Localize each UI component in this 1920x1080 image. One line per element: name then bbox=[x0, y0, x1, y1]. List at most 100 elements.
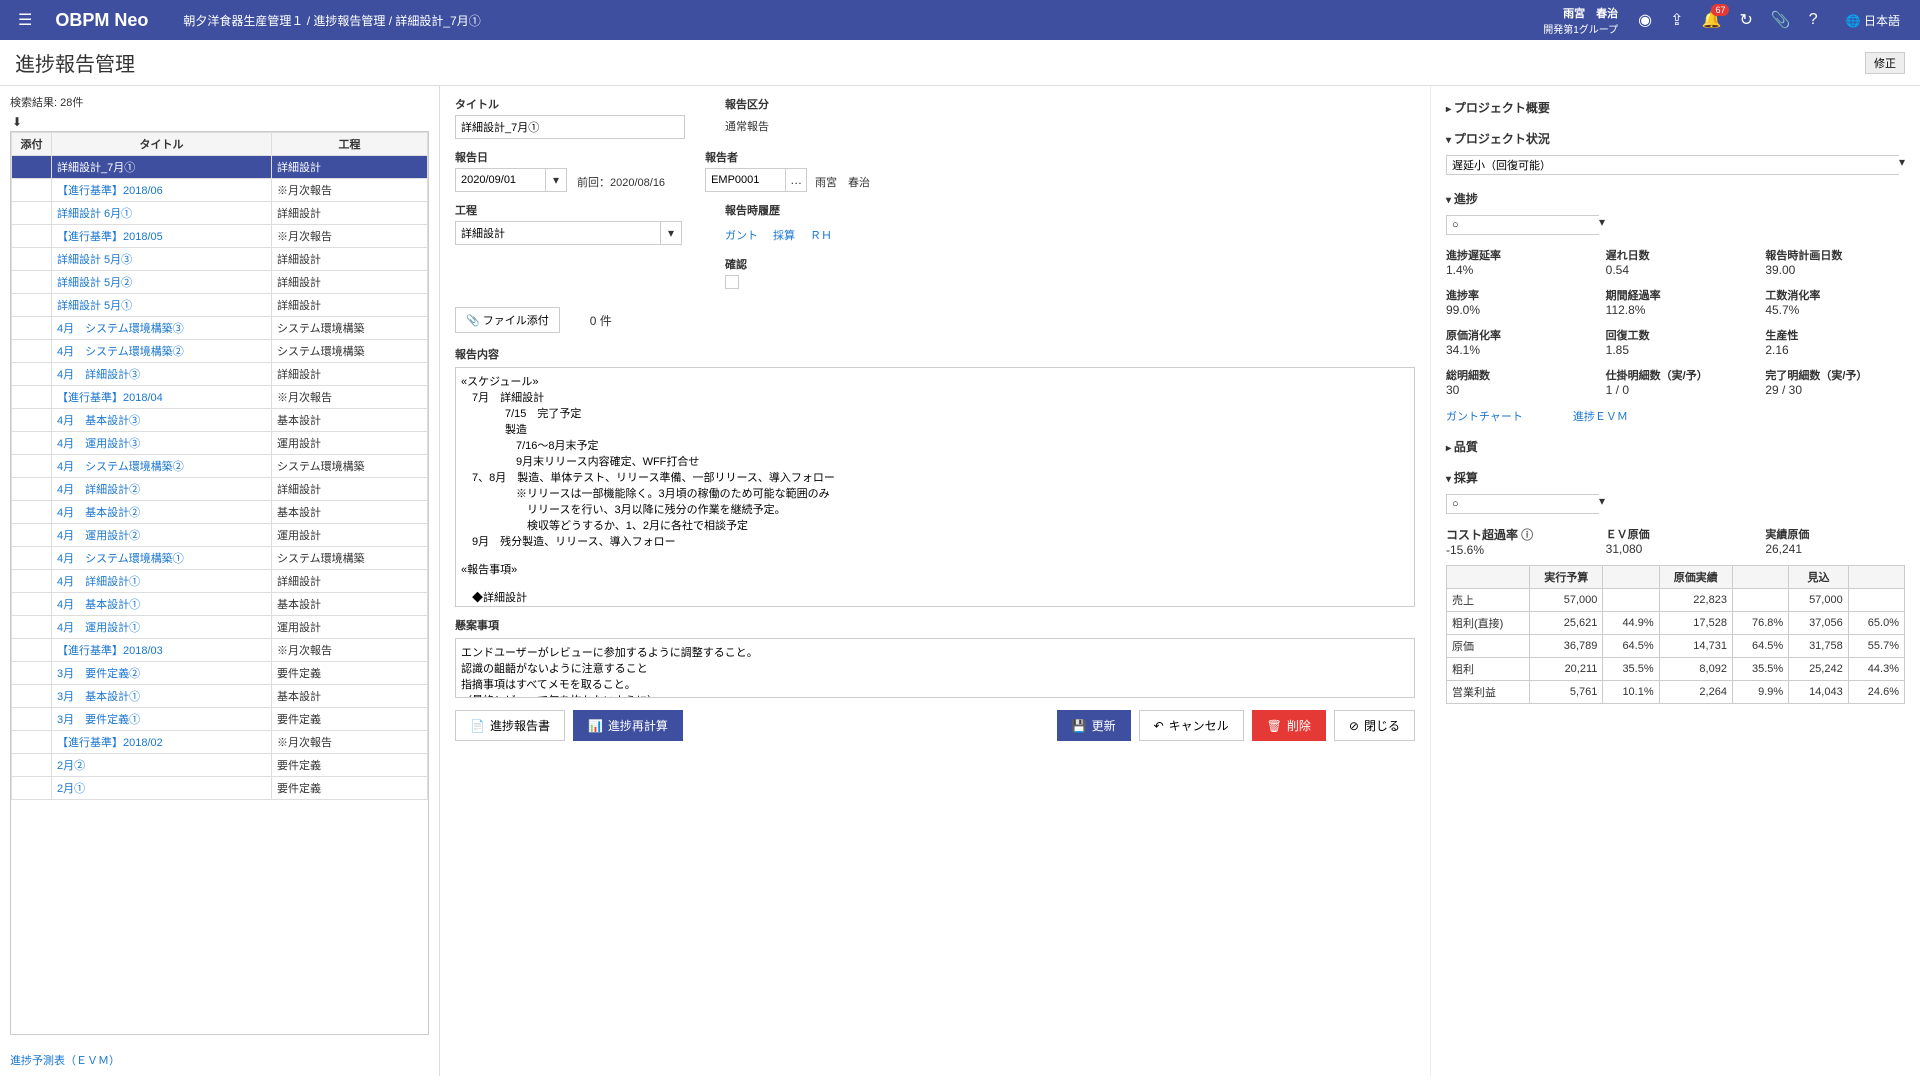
budget-dropdown-icon[interactable]: ▾ bbox=[1599, 494, 1605, 514]
report-link[interactable]: 3月 要件定義① bbox=[57, 714, 140, 726]
report-link[interactable]: 4月 詳細設計① bbox=[57, 576, 140, 588]
section-budget[interactable]: 採算 bbox=[1446, 466, 1905, 489]
table-row[interactable]: 4月 詳細設計①詳細設計 bbox=[12, 570, 428, 593]
table-row[interactable]: 詳細設計_7月①詳細設計 bbox=[12, 156, 428, 179]
account-icon[interactable]: ◉ bbox=[1638, 10, 1652, 30]
file-attach-button[interactable]: 📎 ファイル添付 bbox=[455, 307, 560, 333]
report-link[interactable]: 4月 システム環境構築② bbox=[57, 346, 184, 358]
report-link[interactable]: 4月 詳細設計② bbox=[57, 484, 140, 496]
report-link[interactable]: 4月 システム環境構築③ bbox=[57, 323, 184, 335]
table-row[interactable]: 4月 運用設計①運用設計 bbox=[12, 616, 428, 639]
section-quality[interactable]: 品質 bbox=[1446, 435, 1905, 458]
reporter-code-input[interactable] bbox=[705, 168, 785, 192]
gantt-chart-link[interactable]: ガントチャート bbox=[1446, 405, 1523, 427]
report-link[interactable]: 3月 基本設計① bbox=[57, 691, 140, 703]
history-calc-link[interactable]: 採算 bbox=[773, 224, 795, 246]
table-row[interactable]: 3月 要件定義①要件定義 bbox=[12, 708, 428, 731]
attachment-icon[interactable]: 📎 bbox=[1771, 10, 1791, 30]
process-input[interactable] bbox=[455, 221, 660, 245]
status-select[interactable] bbox=[1446, 155, 1899, 175]
report-grid[interactable]: 添付 タイトル 工程 詳細設計_7月①詳細設計【進行基準】2018/06※月次報… bbox=[10, 131, 429, 1035]
cancel-button[interactable]: ↶ キャンセル bbox=[1139, 710, 1244, 741]
forecast-link[interactable]: 進捗予測表（ＥＶＭ） bbox=[10, 1049, 429, 1071]
report-link[interactable]: 4月 基本設計① bbox=[57, 599, 140, 611]
upload-icon[interactable]: ⇪ bbox=[1670, 10, 1683, 30]
report-link[interactable]: 詳細設計 5月② bbox=[57, 277, 132, 289]
report-link[interactable]: 【進行基準】2018/05 bbox=[57, 231, 163, 243]
table-row[interactable]: 4月 基本設計①基本設計 bbox=[12, 593, 428, 616]
date-input[interactable] bbox=[455, 168, 545, 192]
report-link[interactable]: 4月 詳細設計③ bbox=[57, 369, 140, 381]
section-status[interactable]: プロジェクト状況 bbox=[1446, 127, 1905, 150]
table-row[interactable]: 4月 システム環境構築②システム環境構築 bbox=[12, 340, 428, 363]
table-row[interactable]: 詳細設計 5月①詳細設計 bbox=[12, 294, 428, 317]
evm-link[interactable]: 進捗ＥＶＭ bbox=[1573, 405, 1628, 427]
table-row[interactable]: 【進行基準】2018/03※月次報告 bbox=[12, 639, 428, 662]
report-link[interactable]: 【進行基準】2018/04 bbox=[57, 392, 163, 404]
report-link[interactable]: 【進行基準】2018/02 bbox=[57, 737, 163, 749]
report-link[interactable]: 2月① bbox=[57, 783, 85, 795]
report-link[interactable]: 2月② bbox=[57, 760, 85, 772]
report-link[interactable]: 詳細設計 6月① bbox=[57, 208, 132, 220]
report-link[interactable]: 【進行基準】2018/06 bbox=[57, 185, 163, 197]
table-row[interactable]: 2月①要件定義 bbox=[12, 777, 428, 800]
table-row[interactable]: 【進行基準】2018/06※月次報告 bbox=[12, 179, 428, 202]
table-row[interactable]: 詳細設計 5月②詳細設計 bbox=[12, 271, 428, 294]
issue-textarea[interactable]: エンドユーザーがレビューに参加するように調整すること。 認識の齟齬がないように注… bbox=[455, 638, 1415, 698]
progress-dropdown-icon[interactable]: ▾ bbox=[1599, 215, 1605, 235]
section-progress[interactable]: 進捗 bbox=[1446, 187, 1905, 210]
close-button[interactable]: ⊘ 閉じる bbox=[1334, 710, 1415, 741]
table-row[interactable]: 詳細設計 5月③詳細設計 bbox=[12, 248, 428, 271]
help-icon[interactable]: ? bbox=[1809, 11, 1818, 29]
table-row[interactable]: 【進行基準】2018/02※月次報告 bbox=[12, 731, 428, 754]
date-dropdown-icon[interactable]: ▾ bbox=[545, 168, 567, 192]
recalc-button[interactable]: 📊 進捗再計算 bbox=[573, 710, 683, 741]
content-textarea[interactable]: «スケジュール» 7月 詳細設計 7/15 完了予定 製造 7/16～8月末予定… bbox=[455, 367, 1415, 607]
report-link[interactable]: 3月 要件定義② bbox=[57, 668, 140, 680]
delete-button[interactable]: 🗑 削除 bbox=[1252, 710, 1326, 741]
table-row[interactable]: 3月 要件定義②要件定義 bbox=[12, 662, 428, 685]
section-overview[interactable]: プロジェクト概要 bbox=[1446, 96, 1905, 119]
report-doc-button[interactable]: 📄 進捗報告書 bbox=[455, 710, 565, 741]
language-selector[interactable]: 🌐 日本語 bbox=[1836, 12, 1900, 29]
report-link[interactable]: 4月 システム環境構築② bbox=[57, 461, 184, 473]
update-button[interactable]: 💾 更新 bbox=[1057, 710, 1131, 741]
progress-select[interactable] bbox=[1446, 215, 1599, 235]
download-icon[interactable]: ⬇ bbox=[10, 113, 429, 131]
status-dropdown-icon[interactable]: ▾ bbox=[1899, 155, 1905, 175]
table-row[interactable]: 4月 運用設計③運用設計 bbox=[12, 432, 428, 455]
table-row[interactable]: 4月 詳細設計②詳細設計 bbox=[12, 478, 428, 501]
table-row[interactable]: 4月 システム環境構築②システム環境構築 bbox=[12, 455, 428, 478]
report-link[interactable]: 4月 運用設計① bbox=[57, 622, 140, 634]
table-row[interactable]: 【進行基準】2018/04※月次報告 bbox=[12, 386, 428, 409]
report-link[interactable]: 4月 システム環境構築① bbox=[57, 553, 184, 565]
table-row[interactable]: 2月②要件定義 bbox=[12, 754, 428, 777]
report-link[interactable]: 4月 基本設計② bbox=[57, 507, 140, 519]
info-icon[interactable]: ⓘ bbox=[1521, 528, 1533, 542]
report-link[interactable]: 【進行基準】2018/03 bbox=[57, 645, 163, 657]
report-link[interactable]: 4月 基本設計③ bbox=[57, 415, 140, 427]
table-row[interactable]: 3月 基本設計①基本設計 bbox=[12, 685, 428, 708]
history-icon[interactable]: ↻ bbox=[1739, 10, 1752, 30]
confirm-checkbox[interactable] bbox=[725, 275, 739, 289]
report-link[interactable]: 詳細設計 5月① bbox=[57, 300, 132, 312]
table-row[interactable]: 4月 システム環境構築①システム環境構築 bbox=[12, 547, 428, 570]
report-link[interactable]: 4月 運用設計③ bbox=[57, 438, 140, 450]
menu-icon[interactable]: ☰ bbox=[10, 10, 40, 30]
table-row[interactable]: 4月 運用設計②運用設計 bbox=[12, 524, 428, 547]
reporter-lookup-icon[interactable]: … bbox=[785, 168, 807, 192]
history-rh-link[interactable]: ＲＨ bbox=[810, 224, 832, 246]
budget-select[interactable] bbox=[1446, 494, 1599, 514]
report-link[interactable]: 詳細設計 5月③ bbox=[57, 254, 132, 266]
notification-icon[interactable]: 🔔67 bbox=[1702, 10, 1722, 30]
process-dropdown-icon[interactable]: ▾ bbox=[660, 221, 682, 245]
edit-button[interactable]: 修正 bbox=[1865, 52, 1905, 74]
history-gantt-link[interactable]: ガント bbox=[725, 224, 758, 246]
table-row[interactable]: 4月 基本設計③基本設計 bbox=[12, 409, 428, 432]
table-row[interactable]: 4月 基本設計②基本設計 bbox=[12, 501, 428, 524]
table-row[interactable]: 【進行基準】2018/05※月次報告 bbox=[12, 225, 428, 248]
table-row[interactable]: 4月 システム環境構築③システム環境構築 bbox=[12, 317, 428, 340]
title-input[interactable] bbox=[455, 115, 685, 139]
report-link[interactable]: 4月 運用設計② bbox=[57, 530, 140, 542]
table-row[interactable]: 4月 詳細設計③詳細設計 bbox=[12, 363, 428, 386]
